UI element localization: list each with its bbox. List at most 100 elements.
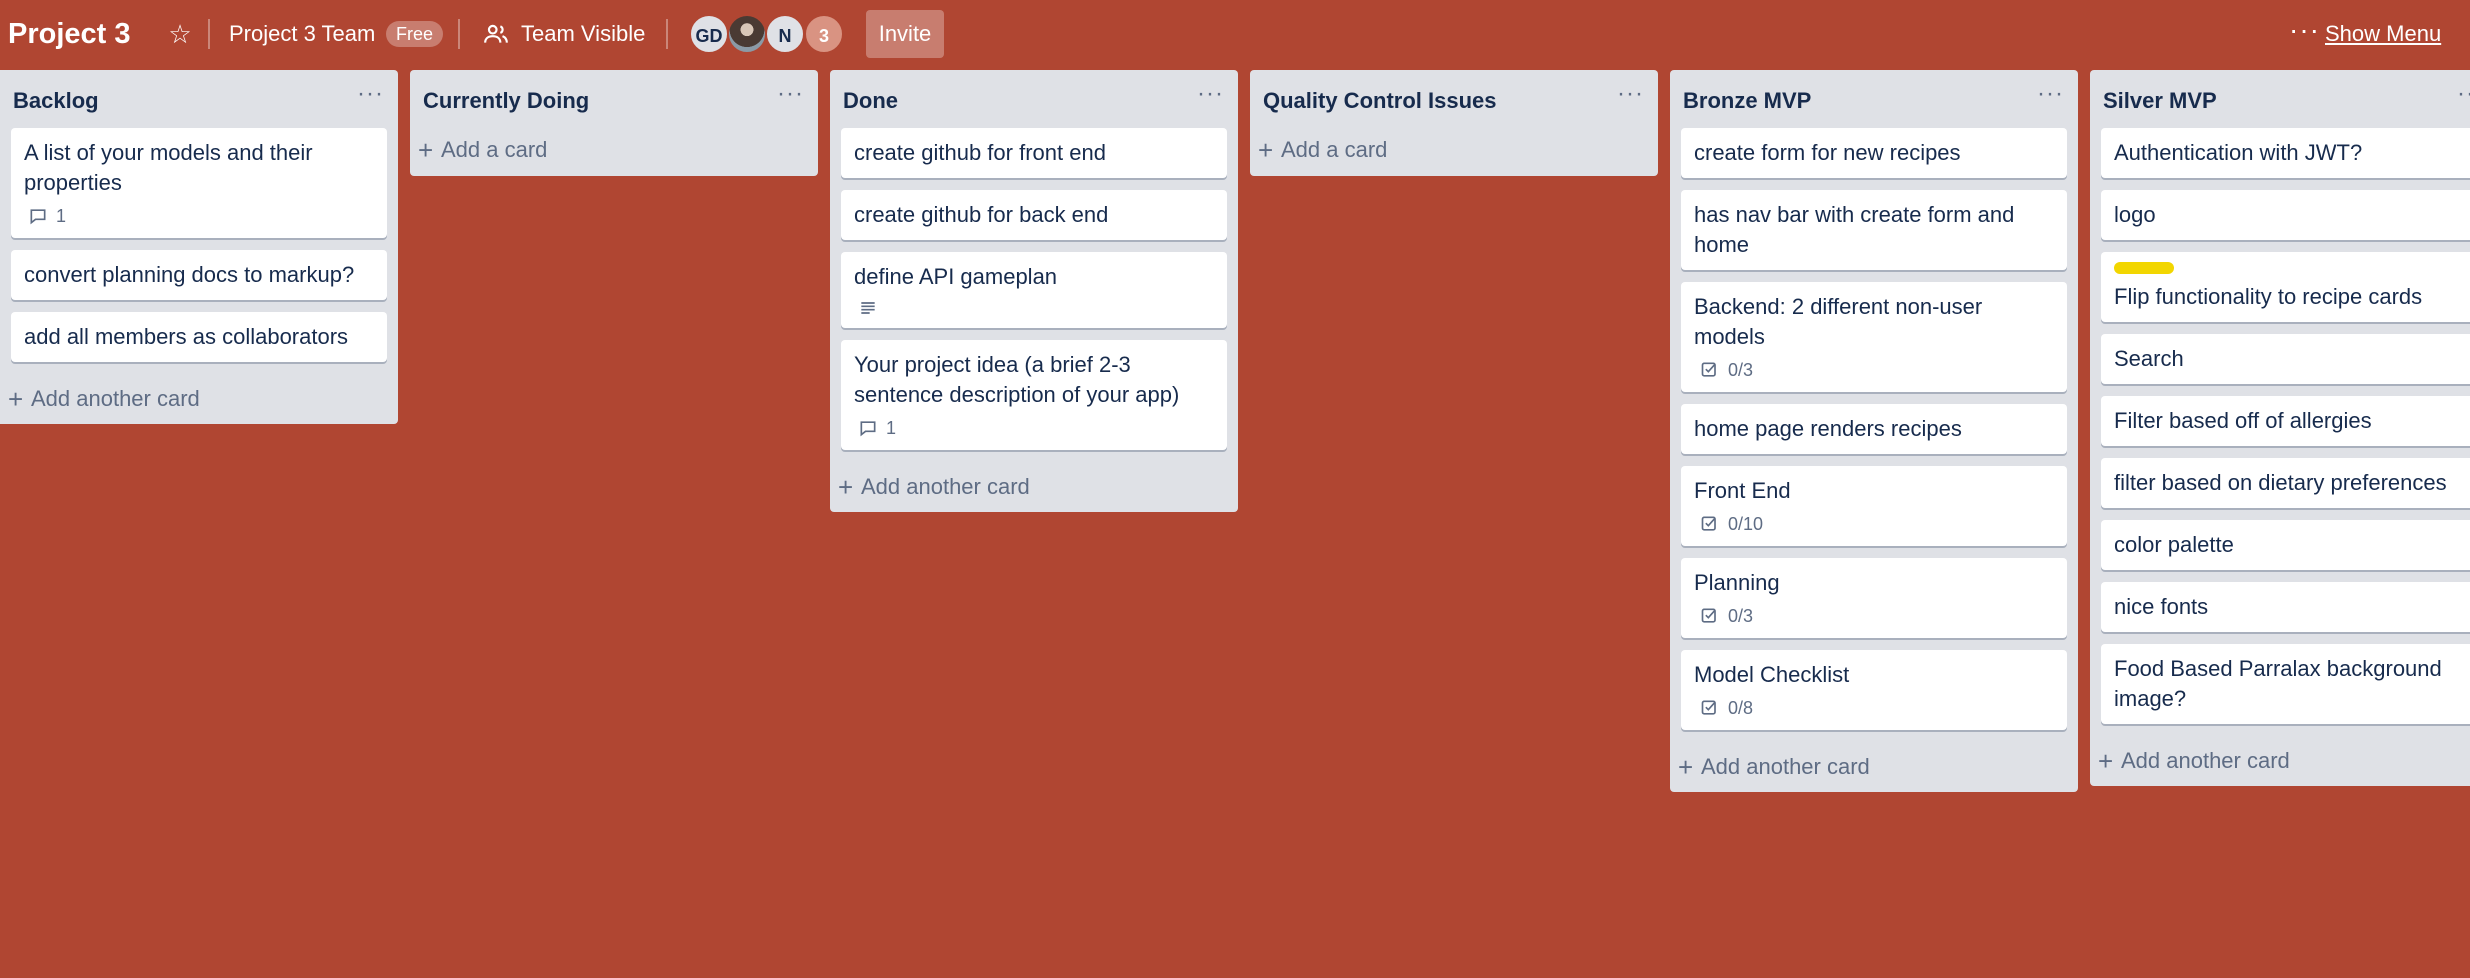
show-menu-button[interactable]: Show Menu [2325, 19, 2441, 49]
comment-count: 1 [56, 206, 67, 226]
list-menu-icon[interactable]: ··· [1617, 82, 1644, 106]
card-title: Planning [1694, 570, 1780, 595]
list-menu-icon[interactable]: ··· [1197, 82, 1224, 106]
list-title[interactable]: Quality Control Issues [1263, 87, 1497, 115]
card-title: home page renders recipes [1694, 416, 1962, 441]
add-card-button[interactable]: + Add a card [410, 128, 818, 176]
card[interactable]: Backend: 2 different non-user models 0/3 [1681, 282, 2067, 392]
card[interactable]: Front End 0/10 [1681, 466, 2067, 546]
checklist-icon [1701, 516, 1716, 531]
card[interactable]: create github for front end [841, 128, 1227, 178]
list-currently-doing: Currently Doing ··· + Add a card [410, 70, 818, 176]
list-menu-icon[interactable]: ··· [357, 82, 384, 106]
card-badges: 0/10 [1694, 512, 2054, 536]
card[interactable]: filter based on dietary preferences [2101, 458, 2470, 508]
card[interactable]: home page renders recipes [1681, 404, 2067, 454]
card-title: has nav bar with create form and home [1694, 202, 2015, 257]
list-title[interactable]: Done [843, 87, 898, 115]
add-card-label: Add a card [441, 137, 548, 162]
card[interactable]: Planning 0/3 [1681, 558, 2067, 638]
avatar[interactable]: GD [689, 14, 729, 54]
comment-icon [860, 421, 876, 437]
list-header: Backlog ··· [0, 70, 398, 128]
more-icon[interactable]: ··· [2289, 15, 2320, 45]
checklist-count: 0/8 [1728, 698, 1754, 718]
card[interactable]: Filter based off of allergies [2101, 396, 2470, 446]
plus-icon: + [8, 384, 24, 414]
card-title: create github for front end [854, 140, 1106, 165]
add-card-button[interactable]: + Add a card [1250, 128, 1658, 176]
card[interactable]: logo [2101, 190, 2470, 240]
list-header: Done ··· [830, 70, 1238, 128]
comment-count: 1 [886, 418, 897, 438]
card-title: Flip functionality to recipe cards [2114, 284, 2423, 309]
card[interactable]: Food Based Parralax background image? [2101, 644, 2470, 724]
team-visible-icon[interactable] [483, 21, 509, 47]
card[interactable]: convert planning docs to markup? [11, 250, 387, 300]
card-badges [854, 298, 1214, 318]
list-menu-icon[interactable]: ··· [2037, 82, 2064, 106]
card[interactable]: Search [2101, 334, 2470, 384]
card-title: Backend: 2 different non-user models [1694, 294, 1983, 349]
card[interactable]: create github for back end [841, 190, 1227, 240]
card-badges: 0/3 [1694, 604, 2054, 628]
team-visible-button[interactable]: Team Visible [521, 19, 645, 49]
card[interactable]: nice fonts [2101, 582, 2470, 632]
card[interactable]: has nav bar with create form and home [1681, 190, 2067, 270]
card[interactable]: add all members as collaborators [11, 312, 387, 362]
add-card-label: Add another card [861, 474, 1030, 499]
more-members-badge[interactable]: 3 [804, 14, 844, 54]
card[interactable]: Your project idea (a brief 2-3 sentence … [841, 340, 1227, 450]
card[interactable]: define API gameplan [841, 252, 1227, 328]
avatar[interactable]: N [765, 14, 805, 54]
add-card-button[interactable]: + Add another card [2090, 736, 2470, 786]
card-badges: 1 [854, 416, 1214, 440]
list-bronze-mvp: Bronze MVP ··· create form for new recip… [1670, 70, 2078, 792]
card[interactable]: Authentication with JWT? [2101, 128, 2470, 178]
list-menu-icon[interactable]: ··· [2457, 82, 2470, 106]
card[interactable]: create form for new recipes [1681, 128, 2067, 178]
card-title: Food Based Parralax background image? [2114, 656, 2442, 711]
card-badges: 1 [24, 204, 374, 228]
list-title[interactable]: Currently Doing [423, 87, 589, 115]
checklist-count: 0/3 [1728, 360, 1754, 380]
card-badges: 0/3 [1694, 358, 2054, 382]
board-title[interactable]: Project 3 [8, 16, 131, 52]
star-icon[interactable]: ☆ [166, 18, 194, 50]
add-card-button[interactable]: + Add another card [1670, 742, 2078, 792]
card[interactable]: Model Checklist 0/8 [1681, 650, 2067, 730]
list-title[interactable]: Bronze MVP [1683, 87, 1811, 115]
card-title: A list of your models and their properti… [24, 140, 313, 195]
card[interactable]: Flip functionality to recipe cards [2101, 252, 2470, 322]
plus-icon: + [838, 472, 854, 502]
checklist-badge: 0/8 [1700, 696, 1753, 720]
comment-badge: 1 [28, 204, 66, 228]
list-title[interactable]: Silver MVP [2103, 87, 2217, 115]
list-title[interactable]: Backlog [13, 87, 99, 115]
checklist-badge: 0/3 [1700, 358, 1753, 382]
card-title: create github for back end [854, 202, 1109, 227]
add-card-button[interactable]: + Add another card [0, 374, 398, 424]
list-header: Currently Doing ··· [410, 70, 818, 128]
card-title: convert planning docs to markup? [24, 262, 355, 287]
card-badges: 0/8 [1694, 696, 2054, 720]
add-card-label: Add another card [31, 386, 200, 411]
invite-button[interactable]: Invite [866, 10, 944, 58]
card-label-yellow[interactable] [2114, 262, 2174, 274]
checklist-count: 0/10 [1728, 514, 1764, 534]
header-divider [666, 19, 668, 49]
team-name-button[interactable]: Project 3 Team [229, 19, 375, 49]
plus-icon: + [1678, 752, 1694, 782]
add-card-button[interactable]: + Add another card [830, 462, 1238, 512]
card-title: nice fonts [2114, 594, 2209, 619]
comment-icon [30, 209, 46, 225]
card[interactable]: A list of your models and their properti… [11, 128, 387, 238]
header-divider [208, 19, 210, 49]
avatar-photo[interactable] [727, 14, 767, 54]
list-menu-icon[interactable]: ··· [777, 82, 804, 106]
add-card-label: Add a card [1281, 137, 1388, 162]
plus-icon: + [2098, 746, 2114, 776]
card[interactable]: color palette [2101, 520, 2470, 570]
add-card-label: Add another card [2121, 748, 2290, 773]
card-title: logo [2114, 202, 2156, 227]
